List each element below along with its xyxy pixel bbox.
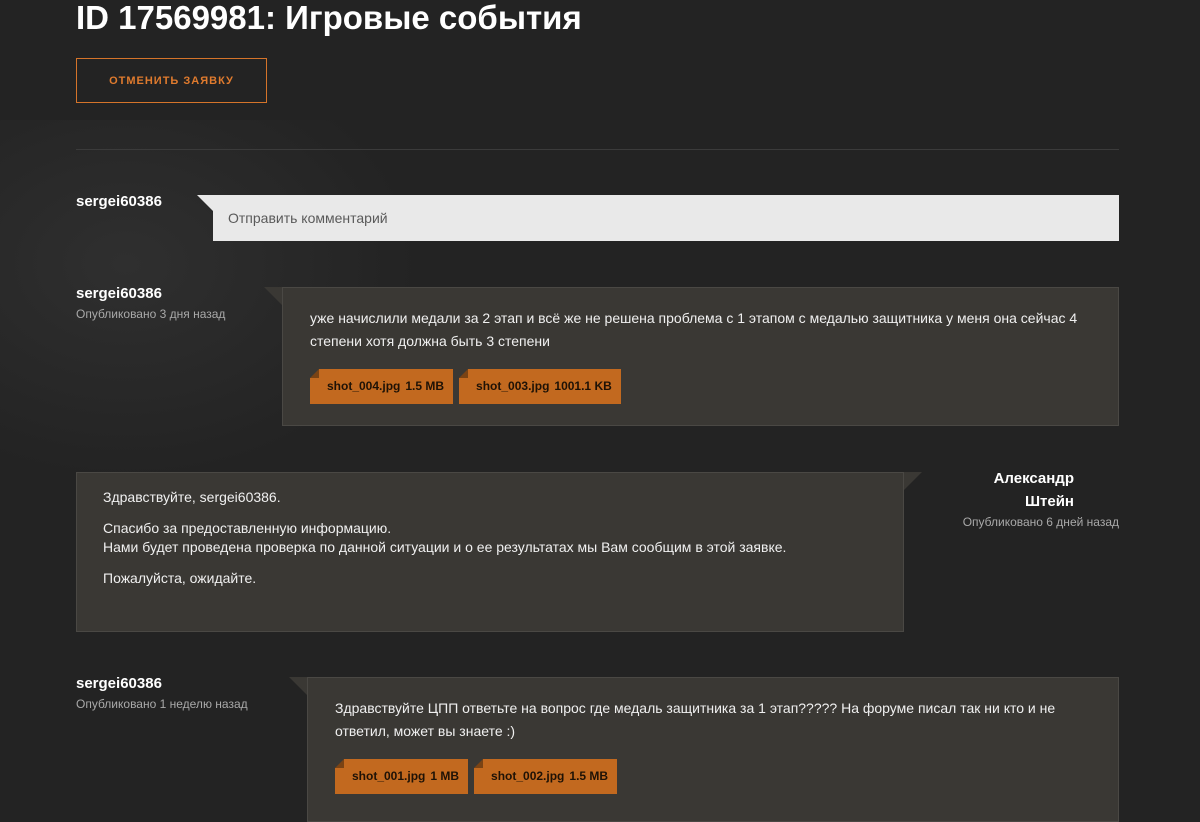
- page-title: ID 17569981: Игровые события: [76, 0, 582, 36]
- attachment-size: 1 MB: [430, 769, 460, 783]
- attachment-link[interactable]: shot_002.jpg 1.5 MB: [474, 759, 618, 794]
- message-timestamp: Опубликовано 1 неделю назад: [76, 697, 248, 711]
- message-paragraph: Пожалуйста, ожидайте.: [103, 570, 257, 586]
- support-message-bubble: Здравствуйте, sergei60386. Спасибо за пр…: [76, 472, 904, 632]
- message-paragraph: Нами будет проведена проверка по данной …: [103, 539, 787, 555]
- file-icon: [310, 369, 319, 378]
- composer-tail: [197, 195, 213, 211]
- attachment-size: 1001.1 KB: [554, 379, 612, 393]
- attachment-link[interactable]: shot_001.jpg 1 MB: [335, 759, 469, 794]
- message-bubble: уже начислили медали за 2 этап и всё же …: [282, 287, 1119, 426]
- attachment-name: shot_004.jpg: [327, 379, 401, 393]
- support-author: Александр Штейн: [944, 467, 1074, 513]
- attachment-list: shot_004.jpg 1.5 MB shot_003.jpg 1001.1 …: [310, 369, 1091, 404]
- file-icon: [335, 759, 344, 768]
- message-author: sergei60386: [76, 675, 162, 692]
- attachment-link[interactable]: shot_004.jpg 1.5 MB: [310, 369, 454, 404]
- attachment-link[interactable]: shot_003.jpg 1001.1 KB: [459, 369, 621, 404]
- bubble-tail: [904, 472, 922, 490]
- file-icon: [459, 369, 469, 378]
- attachment-size: 1.5 MB: [405, 379, 445, 393]
- message-text: уже начислили медали за 2 этап и всё же …: [310, 310, 1078, 349]
- composer-author: sergei60386: [76, 193, 162, 210]
- message-timestamp: Опубликовано 3 дня назад: [76, 307, 226, 321]
- message-text: Здравствуйте ЦПП ответьте на вопрос где …: [335, 700, 1056, 739]
- support-author-first: Александр: [993, 470, 1074, 487]
- message-paragraph: Спасибо за предоставленную информацию.: [103, 520, 392, 536]
- attachment-name: shot_001.jpg: [352, 769, 426, 783]
- attachment-name: shot_003.jpg: [476, 379, 550, 393]
- message-bubble: Здравствуйте ЦПП ответьте на вопрос где …: [307, 677, 1119, 822]
- message-author: sergei60386: [76, 285, 162, 302]
- attachment-size: 1.5 MB: [569, 769, 609, 783]
- divider: [76, 149, 1119, 150]
- comment-input[interactable]: [213, 195, 1119, 241]
- bubble-tail: [289, 677, 307, 695]
- file-icon: [474, 759, 484, 768]
- message-paragraph: Здравствуйте, sergei60386.: [103, 489, 281, 505]
- attachment-name: shot_002.jpg: [491, 769, 565, 783]
- attachment-list: shot_001.jpg 1 MB shot_002.jpg 1.5 MB: [335, 759, 1091, 794]
- cancel-request-button[interactable]: Отменить заявку: [76, 58, 267, 103]
- bubble-tail: [264, 287, 282, 305]
- support-author-last: Штейн: [1024, 493, 1074, 510]
- message-timestamp: Опубликовано 6 дней назад: [962, 515, 1119, 529]
